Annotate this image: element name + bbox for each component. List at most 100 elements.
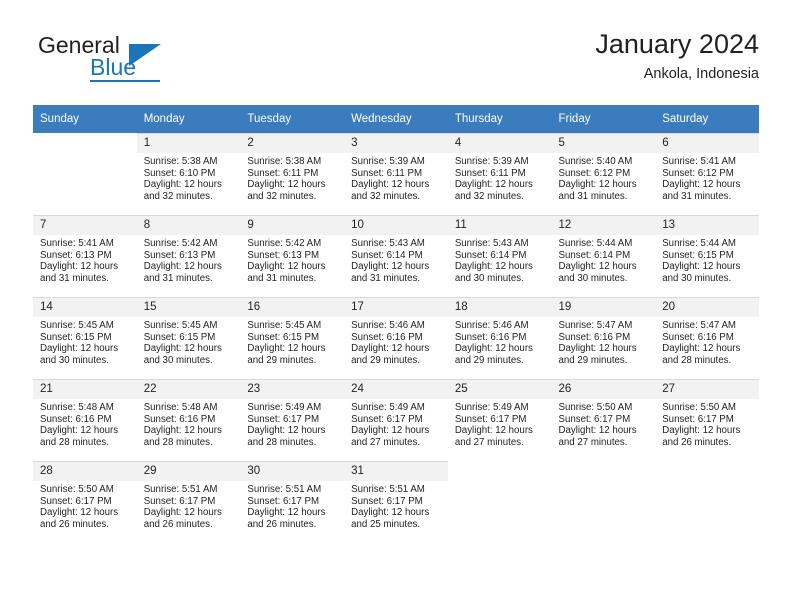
daylight-text: Daylight: 12 hours and 26 minutes. [662, 425, 741, 448]
day-cell-inner: 21 Sunrise: 5:48 AM Sunset: 6:16 PM Dayligh… [33, 379, 137, 461]
daylight-text: Daylight: 12 hours and 30 minutes. [662, 261, 741, 284]
day-cell-inner: 27 Sunrise: 5:50 AM Sunset: 6:17 PM Dayligh… [655, 379, 759, 461]
day-cell-inner: 19 Sunrise: 5:47 AM Sunset: 6:16 PM Dayligh… [551, 297, 656, 379]
day-cell-inner: 31 Sunrise: 5:51 AM Sunset: 6:17 PM Dayligh… [344, 461, 448, 543]
sunrise-text: Sunrise: 5:51 AM [143, 484, 218, 495]
calendar-day-cell[interactable]: 20 Sunrise: 5:47 AM Sunset: 6:16 PM Dayligh… [655, 297, 759, 379]
day-cell-inner: 30 Sunrise: 5:51 AM Sunset: 6:17 PM Dayligh… [240, 461, 345, 543]
day-details: Sunrise: 5:43 AM Sunset: 6:14 PM Daylight:… [344, 235, 448, 284]
calendar-day-cell-empty [551, 461, 656, 543]
weekday-header-sunday: Sunday [33, 105, 137, 133]
sunset-text: Sunset: 6:17 PM [558, 413, 631, 425]
sunrise-text: Sunrise: 5:42 AM [143, 238, 218, 249]
calendar-day-cell[interactable]: 30 Sunrise: 5:51 AM Sunset: 6:17 PM Dayligh… [240, 461, 345, 543]
day-number: 30 [240, 461, 345, 481]
daylight-text: Daylight: 12 hours and 31 minutes. [247, 261, 326, 284]
general-blue-logo[interactable]: General Blue [33, 32, 263, 92]
daylight-text: Daylight: 12 hours and 26 minutes. [143, 507, 222, 530]
calendar-day-cell[interactable]: 22 Sunrise: 5:48 AM Sunset: 6:16 PM Dayligh… [136, 379, 241, 461]
calendar-day-cell-empty [33, 133, 137, 215]
daylight-text: Daylight: 12 hours and 30 minutes. [143, 343, 222, 366]
day-details: Sunrise: 5:51 AM Sunset: 6:17 PM Daylight:… [344, 481, 448, 530]
day-details: Sunrise: 5:50 AM Sunset: 6:17 PM Daylight:… [552, 399, 656, 448]
day-number: 13 [655, 215, 759, 235]
day-details: Sunrise: 5:46 AM Sunset: 6:16 PM Daylight:… [344, 317, 448, 366]
calendar-day-cell[interactable]: 21 Sunrise: 5:48 AM Sunset: 6:16 PM Dayligh… [33, 379, 137, 461]
sunrise-text: Sunrise: 5:49 AM [247, 402, 322, 413]
calendar-day-cell[interactable]: 12 Sunrise: 5:44 AM Sunset: 6:14 PM Dayligh… [551, 215, 656, 297]
sunrise-text: Sunrise: 5:40 AM [558, 156, 633, 167]
calendar-day-cell[interactable]: 3 Sunrise: 5:39 AM Sunset: 6:11 PM Daylight… [344, 133, 448, 215]
sunset-text: Sunset: 6:17 PM [143, 495, 216, 507]
day-cell-inner: 17 Sunrise: 5:46 AM Sunset: 6:16 PM Dayligh… [344, 297, 448, 379]
calendar-day-cell-empty [655, 461, 759, 543]
sunrise-text: Sunrise: 5:44 AM [558, 238, 633, 249]
calendar-day-cell[interactable]: 26 Sunrise: 5:50 AM Sunset: 6:17 PM Dayligh… [551, 379, 656, 461]
weekday-header-wednesday: Wednesday [344, 105, 448, 133]
sunrise-text: Sunrise: 5:39 AM [454, 156, 529, 167]
calendar-week-row: 14 Sunrise: 5:45 AM Sunset: 6:15 PM Dayligh… [33, 297, 759, 379]
sunset-text: Sunset: 6:15 PM [143, 331, 216, 343]
sunset-text: Sunset: 6:15 PM [40, 331, 112, 343]
daylight-text: Daylight: 12 hours and 28 minutes. [662, 343, 741, 366]
day-details: Sunrise: 5:48 AM Sunset: 6:16 PM Daylight:… [33, 399, 137, 448]
daylight-text: Daylight: 12 hours and 26 minutes. [247, 507, 326, 530]
day-number [447, 461, 552, 481]
day-number: 2 [240, 133, 345, 153]
day-cell-inner [447, 461, 552, 543]
calendar-day-cell-empty [447, 461, 552, 543]
calendar-day-cell[interactable]: 17 Sunrise: 5:46 AM Sunset: 6:16 PM Dayligh… [344, 297, 448, 379]
sunrise-text: Sunrise: 5:51 AM [247, 484, 322, 495]
calendar-day-cell[interactable]: 8 Sunrise: 5:42 AM Sunset: 6:13 PM Daylight… [136, 215, 241, 297]
sunrise-text: Sunrise: 5:38 AM [247, 156, 322, 167]
day-details: Sunrise: 5:39 AM Sunset: 6:11 PM Daylight:… [344, 153, 448, 202]
calendar-day-cell[interactable]: 19 Sunrise: 5:47 AM Sunset: 6:16 PM Dayligh… [551, 297, 656, 379]
sunrise-text: Sunrise: 5:48 AM [143, 402, 218, 413]
calendar-day-cell[interactable]: 24 Sunrise: 5:49 AM Sunset: 6:17 PM Dayligh… [344, 379, 448, 461]
calendar-day-cell[interactable]: 5 Sunrise: 5:40 AM Sunset: 6:12 PM Daylight… [551, 133, 656, 215]
day-details: Sunrise: 5:46 AM Sunset: 6:16 PM Daylight:… [448, 317, 552, 366]
daylight-text: Daylight: 12 hours and 26 minutes. [40, 507, 119, 530]
day-number: 28 [33, 461, 137, 481]
calendar-day-cell[interactable]: 27 Sunrise: 5:50 AM Sunset: 6:17 PM Dayligh… [655, 379, 759, 461]
calendar-day-cell[interactable]: 29 Sunrise: 5:51 AM Sunset: 6:17 PM Dayligh… [136, 461, 241, 543]
calendar-day-cell[interactable]: 23 Sunrise: 5:49 AM Sunset: 6:17 PM Dayligh… [240, 379, 345, 461]
day-details: Sunrise: 5:44 AM Sunset: 6:15 PM Daylight:… [655, 235, 759, 284]
calendar-day-cell[interactable]: 16 Sunrise: 5:45 AM Sunset: 6:15 PM Dayligh… [240, 297, 345, 379]
calendar-day-cell[interactable]: 6 Sunrise: 5:41 AM Sunset: 6:12 PM Daylight… [655, 133, 759, 215]
weekday-header-saturday: Saturday [655, 105, 759, 133]
calendar-day-cell[interactable]: 28 Sunrise: 5:50 AM Sunset: 6:17 PM Dayligh… [33, 461, 137, 543]
calendar-day-cell[interactable]: 25 Sunrise: 5:49 AM Sunset: 6:17 PM Dayligh… [447, 379, 552, 461]
day-cell-inner: 9 Sunrise: 5:42 AM Sunset: 6:13 PM Daylight… [240, 215, 345, 297]
calendar-day-cell[interactable]: 1 Sunrise: 5:38 AM Sunset: 6:10 PM Daylight… [136, 133, 241, 215]
day-details: Sunrise: 5:41 AM Sunset: 6:13 PM Daylight:… [33, 235, 137, 284]
sunrise-text: Sunrise: 5:45 AM [247, 320, 322, 331]
day-number: 1 [136, 133, 241, 153]
sunset-text: Sunset: 6:14 PM [558, 249, 631, 261]
calendar-day-cell[interactable]: 4 Sunrise: 5:39 AM Sunset: 6:11 PM Daylight… [447, 133, 552, 215]
calendar-day-cell[interactable]: 31 Sunrise: 5:51 AM Sunset: 6:17 PM Dayligh… [344, 461, 448, 543]
calendar-day-cell[interactable]: 18 Sunrise: 5:46 AM Sunset: 6:16 PM Dayligh… [447, 297, 552, 379]
calendar-day-cell[interactable]: 7 Sunrise: 5:41 AM Sunset: 6:13 PM Daylight… [33, 215, 137, 297]
calendar-day-cell[interactable]: 11 Sunrise: 5:43 AM Sunset: 6:14 PM Dayligh… [447, 215, 552, 297]
sunrise-text: Sunrise: 5:50 AM [558, 402, 633, 413]
calendar-day-cell[interactable]: 10 Sunrise: 5:43 AM Sunset: 6:14 PM Dayligh… [344, 215, 448, 297]
calendar-day-cell[interactable]: 2 Sunrise: 5:38 AM Sunset: 6:11 PM Daylight… [240, 133, 345, 215]
sunset-text: Sunset: 6:11 PM [247, 167, 319, 179]
day-number: 14 [33, 297, 137, 317]
day-details: Sunrise: 5:40 AM Sunset: 6:12 PM Daylight:… [552, 153, 656, 202]
daylight-text: Daylight: 12 hours and 31 minutes. [558, 179, 637, 202]
calendar-day-cell[interactable]: 14 Sunrise: 5:45 AM Sunset: 6:15 PM Dayligh… [33, 297, 137, 379]
day-details: Sunrise: 5:50 AM Sunset: 6:17 PM Daylight:… [33, 481, 137, 530]
day-number: 21 [33, 379, 137, 399]
calendar-day-cell[interactable]: 9 Sunrise: 5:42 AM Sunset: 6:13 PM Daylight… [240, 215, 345, 297]
calendar-week-row: 21 Sunrise: 5:48 AM Sunset: 6:16 PM Dayligh… [33, 379, 759, 461]
day-details: Sunrise: 5:50 AM Sunset: 6:17 PM Daylight:… [655, 399, 759, 448]
calendar-day-cell[interactable]: 13 Sunrise: 5:44 AM Sunset: 6:15 PM Dayligh… [655, 215, 759, 297]
day-cell-inner: 25 Sunrise: 5:49 AM Sunset: 6:17 PM Dayligh… [447, 379, 552, 461]
daylight-text: Daylight: 12 hours and 29 minutes. [454, 343, 533, 366]
daylight-text: Daylight: 12 hours and 31 minutes. [351, 261, 430, 284]
calendar-page: General Blue January 2024 Ankola, Indone… [0, 0, 792, 612]
calendar-day-cell[interactable]: 15 Sunrise: 5:45 AM Sunset: 6:15 PM Dayligh… [136, 297, 241, 379]
daylight-text: Daylight: 12 hours and 31 minutes. [143, 261, 222, 284]
